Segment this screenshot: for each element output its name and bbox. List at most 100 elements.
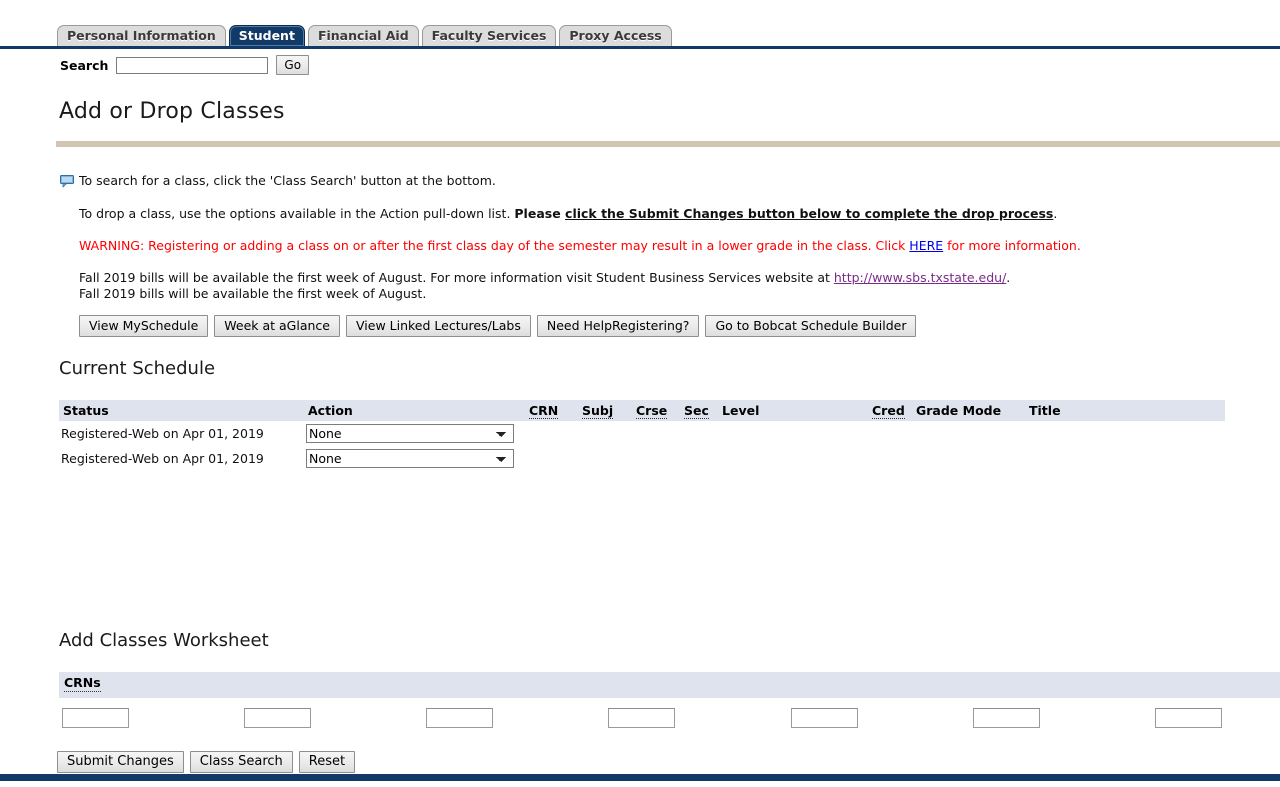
search-label: Search — [60, 57, 109, 73]
column-label: Status — [63, 402, 109, 418]
class-search-hint: To search for a class, click the 'Class … — [60, 173, 496, 188]
crn-input-row — [62, 708, 1222, 728]
crn-input-5[interactable] — [790, 708, 858, 728]
class-search-button[interactable]: Class Search — [189, 751, 293, 773]
cell-status: Registered-Web on Apr 01, 2019 — [61, 451, 264, 466]
search-bar: Search Go — [60, 54, 310, 76]
page-title: Add or Drop Classes — [59, 99, 285, 124]
column-label: Cred — [872, 402, 905, 419]
crn-input-7[interactable] — [1154, 708, 1222, 728]
column-label: Subj — [582, 402, 614, 419]
drop-instruction-prefix: To drop a class, use the options availab… — [79, 206, 515, 221]
crn-input-4[interactable] — [608, 708, 676, 728]
schedule-tools-button-row: View MySchedule Week at aGlance View Lin… — [79, 315, 917, 337]
cell-sec — [680, 421, 718, 446]
tab-label: Proxy Access — [569, 28, 662, 43]
cell-subj — [578, 421, 632, 446]
cell-level — [718, 446, 868, 471]
tab-label: Faculty Services — [431, 28, 547, 43]
action-select[interactable]: None — [306, 424, 514, 443]
drop-instruction-please: Please — [514, 206, 566, 221]
cell-title — [1025, 421, 1225, 446]
page-footer-bar — [0, 774, 1280, 781]
cell-sec — [680, 446, 718, 471]
column-label: Action — [308, 402, 353, 418]
warning-paragraph: WARNING: Registering or adding a class o… — [79, 238, 1081, 253]
cell-status: Registered-Web on Apr 01, 2019 — [61, 426, 264, 441]
search-input[interactable] — [116, 56, 269, 74]
action-select[interactable]: None — [306, 449, 514, 468]
table-row: Registered-Web on Apr 01, 2019 None — [59, 446, 1225, 471]
global-tab-bar: Personal Information Student Financial A… — [0, 0, 1280, 49]
billing-text-prefix: Fall 2019 bills will be available the fi… — [79, 270, 834, 285]
tab-list: Personal Information Student Financial A… — [57, 25, 675, 46]
billing-paragraph: Fall 2019 bills will be available the fi… — [79, 270, 1010, 285]
current-schedule-heading: Current Schedule — [59, 358, 216, 379]
current-schedule-table-body: Registered-Web on Apr 01, 2019 None Regi… — [59, 421, 1225, 471]
cell-grade-mode — [912, 446, 1025, 471]
bobcat-schedule-builder-button[interactable]: Go to Bobcat Schedule Builder — [705, 315, 917, 337]
need-help-registering-button[interactable]: Need HelpRegistering? — [536, 315, 700, 337]
tab-proxy-access[interactable]: Proxy Access — [559, 25, 672, 46]
crn-input-2[interactable] — [244, 708, 312, 728]
tab-student[interactable]: Student — [228, 25, 305, 46]
crn-input-3[interactable] — [426, 708, 494, 728]
column-header-status: Status — [59, 400, 304, 421]
column-header-crn: CRN — [525, 400, 578, 421]
column-label: CRN — [529, 402, 559, 419]
table-row: Registered-Web on Apr 01, 2019 None — [59, 421, 1225, 446]
crn-input-6[interactable] — [972, 708, 1040, 728]
tab-bar-underline — [0, 46, 1280, 49]
column-header-sec: Sec — [680, 400, 718, 421]
tab-label: Student — [238, 28, 295, 43]
cell-cred — [868, 446, 912, 471]
current-schedule-table-head: Status Action CRN Subj Crse Sec Level Cr… — [59, 400, 1225, 421]
column-label: Level — [722, 402, 760, 418]
tab-label: Personal Information — [67, 28, 216, 43]
table-header-row: Status Action CRN Subj Crse Sec Level Cr… — [59, 400, 1225, 421]
billing-paragraph-line2: Fall 2019 bills will be available the fi… — [79, 286, 427, 301]
cell-action: None — [304, 446, 525, 471]
drop-instruction-emphasis: click the Submit Changes button below to… — [565, 206, 1054, 221]
column-header-subj: Subj — [578, 400, 632, 421]
reset-button[interactable]: Reset — [298, 751, 356, 773]
warning-here-link[interactable]: HERE — [909, 238, 943, 253]
tab-faculty-services[interactable]: Faculty Services — [421, 25, 557, 46]
current-schedule-table: Status Action CRN Subj Crse Sec Level Cr… — [59, 400, 1225, 471]
column-label: Title — [1029, 402, 1061, 418]
title-divider — [56, 141, 1280, 147]
column-header-grade-mode: Grade Mode — [912, 400, 1025, 421]
search-go-button[interactable]: Go — [276, 55, 310, 75]
cell-grade-mode — [912, 421, 1025, 446]
column-label: Grade Mode — [916, 402, 1002, 418]
submit-changes-button[interactable]: Submit Changes — [57, 751, 184, 773]
cell-level — [718, 421, 868, 446]
week-at-a-glance-button[interactable]: Week at aGlance — [214, 315, 340, 337]
tab-personal-information[interactable]: Personal Information — [57, 25, 226, 46]
column-label: Sec — [684, 402, 709, 419]
cell-cred — [868, 421, 912, 446]
column-header-cred: Cred — [868, 400, 912, 421]
warning-text-suffix: for more information. — [943, 238, 1081, 253]
cell-crn — [525, 421, 578, 446]
form-submit-button-row: Submit Changes Class Search Reset — [57, 751, 356, 773]
drop-instruction-paragraph: To drop a class, use the options availab… — [79, 206, 1057, 221]
callout-icon — [60, 175, 74, 188]
cell-crse — [632, 446, 680, 471]
tab-label: Financial Aid — [317, 28, 409, 43]
column-header-action: Action — [304, 400, 525, 421]
view-linked-lectures-labs-button[interactable]: View Linked Lectures/Labs — [346, 315, 531, 337]
tab-financial-aid[interactable]: Financial Aid — [307, 25, 419, 46]
cell-title — [1025, 446, 1225, 471]
crns-column-label: CRNs — [64, 675, 101, 692]
crn-input-1[interactable] — [62, 708, 129, 728]
column-header-title: Title — [1025, 400, 1225, 421]
view-myschedule-button[interactable]: View MySchedule — [79, 315, 209, 337]
cell-action: None — [304, 421, 525, 446]
column-header-crse: Crse — [632, 400, 680, 421]
cell-crse — [632, 421, 680, 446]
class-search-hint-text: To search for a class, click the 'Class … — [79, 173, 496, 188]
sbs-website-link[interactable]: http://www.sbs.txstate.edu/ — [834, 270, 1006, 285]
add-classes-worksheet-heading: Add Classes Worksheet — [59, 630, 269, 651]
column-label: Crse — [636, 402, 668, 419]
